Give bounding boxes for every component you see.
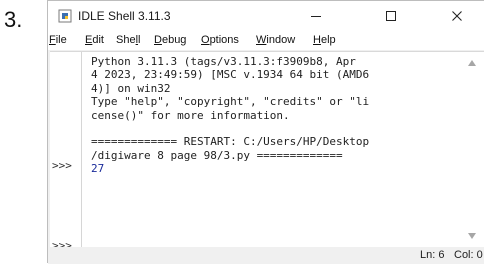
vertical-scrollbar[interactable] [462, 52, 484, 247]
shell-line: Python 3.11.3 (tags/v3.11.3:f3909b8, Apr [91, 55, 356, 68]
shell-output: Python 3.11.3 (tags/v3.11.3:f3909b8, Apr… [91, 55, 457, 176]
status-column-number: Col: 0 [454, 249, 483, 261]
shell-line: 4)] on win32 [91, 81, 171, 95]
menu-options[interactable]: Options [201, 31, 239, 50]
menu-bar: File Edit Shell Debug Options Window Hel… [48, 31, 484, 50]
menu-help[interactable]: Help [313, 31, 336, 50]
maximize-button[interactable] [368, 1, 414, 31]
status-bar: Ln: 6 Col: 0 [48, 247, 484, 264]
title-bar[interactable]: IDLE Shell 3.11.3 [48, 1, 484, 31]
shell-line: Type "help", "copyright", "credits" or "… [91, 95, 370, 109]
shell-line: ============= RESTART: C:/Users/HP/Deskt… [91, 135, 370, 149]
step-number: 3. [4, 7, 23, 32]
menu-shell[interactable]: Shell [116, 31, 141, 50]
shell-line: 27 [91, 162, 105, 176]
maximize-icon [386, 11, 396, 21]
idle-shell-window: IDLE Shell 3.11.3 File Edit Shell Debug … [47, 0, 484, 264]
shell-line: 4 2023, 23:49:59) [MSC v.1934 64 bit (AM… [91, 68, 370, 82]
idle-app-icon [58, 9, 72, 23]
minimize-icon [311, 16, 321, 17]
scroll-up-icon[interactable] [468, 60, 476, 66]
shell-line: cense()" for more information. [91, 108, 290, 122]
shell-text-area[interactable]: >>> >>> Python 3.11.3 (tags/v3.11.3:f390… [50, 51, 484, 252]
prompt-gutter: >>> >>> [50, 52, 82, 252]
status-line-number: Ln: 6 [420, 249, 445, 261]
shell-prompt: >>> [52, 159, 72, 172]
minimize-button[interactable] [293, 1, 339, 31]
scroll-down-icon[interactable] [468, 233, 476, 239]
shell-line: /digiware 8 page 98/3.py ============= [91, 148, 343, 162]
close-button[interactable] [434, 1, 480, 31]
menu-edit[interactable]: Edit [85, 31, 104, 50]
menu-window[interactable]: Window [256, 31, 295, 50]
window-title: IDLE Shell 3.11.3 [78, 9, 171, 23]
close-icon [452, 11, 462, 21]
menu-file[interactable]: File [49, 31, 67, 50]
menu-debug[interactable]: Debug [154, 31, 186, 50]
